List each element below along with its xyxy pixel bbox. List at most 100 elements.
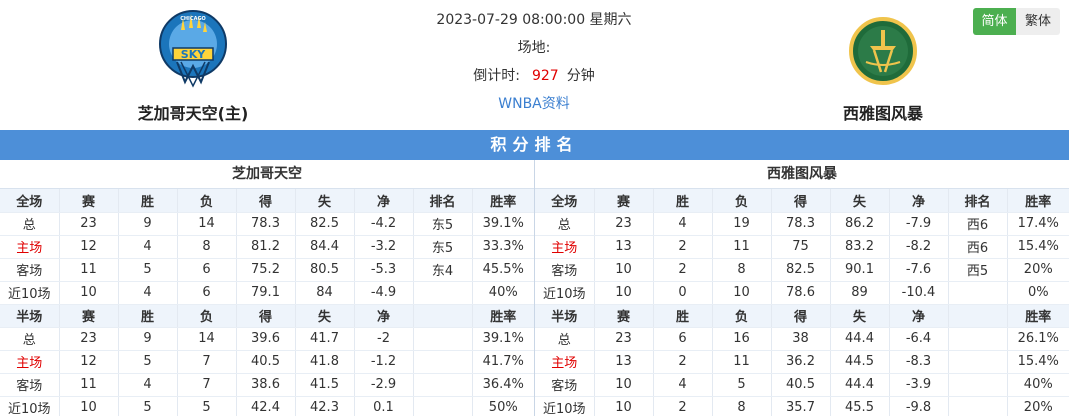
match-countdown: 倒计时: 927 分钟 <box>384 64 684 92</box>
table-cell: 7 <box>177 373 237 397</box>
table-cell: 客场 <box>535 373 595 397</box>
table-header-cell: 得 <box>236 304 296 328</box>
table-cell: 33.3% <box>472 235 534 259</box>
table-cell: 75.2 <box>236 258 296 282</box>
table-row: 主场 12 4 8 81.2 84.4 -3.2 东5 33.3% <box>0 235 534 259</box>
sky-logo-ring-text: CHICAGO <box>180 16 206 22</box>
table-cell: -2 <box>354 327 414 351</box>
table-cell: 2 <box>653 235 713 259</box>
table-cell: 45.5% <box>472 258 534 282</box>
table-cell: -9.8 <box>889 396 949 416</box>
table-header-row: 全场赛胜负得失净排名 胜率 <box>0 189 534 213</box>
standings-tables: 芝加哥天空 全场赛胜负得失净排名 胜率总 23 9 14 78.3 82.5 -4.2 东5 39.… <box>0 160 1069 416</box>
away-team-logo[interactable] <box>793 8 973 94</box>
table-cell: 89 <box>830 281 890 305</box>
table-cell: 8 <box>712 258 772 282</box>
table-cell: 41.8 <box>295 350 355 374</box>
table-cell <box>413 350 473 374</box>
table-header-cell: 半场 <box>0 304 60 328</box>
wnba-info-link[interactable]: WNBA资料 <box>498 96 570 112</box>
table-cell: 45.5 <box>830 396 890 416</box>
table-cell <box>948 350 1008 374</box>
countdown-label: 倒计时: <box>473 68 520 84</box>
section-title: 积分排名 <box>0 130 1069 160</box>
table-cell: 13 <box>594 350 654 374</box>
table-header-cell: 净 <box>354 304 414 328</box>
table-header-cell: 全场 <box>535 189 595 213</box>
home-team-block[interactable]: SKY CHICAGO 芝加哥天空(主) <box>103 8 283 123</box>
table-cell: 10 <box>594 258 654 282</box>
table-cell: 14 <box>177 327 237 351</box>
table-cell: 8 <box>712 396 772 416</box>
table-cell <box>948 373 1008 397</box>
table-cell: -7.6 <box>889 258 949 282</box>
away-team-name[interactable]: 西雅图风暴 <box>793 100 973 124</box>
lang-simplified-button[interactable]: 简体 <box>973 8 1016 35</box>
table-row: 客场 10 4 5 40.5 44.4 -3.9 40% <box>535 373 1069 397</box>
away-team-block[interactable]: 西雅图风暴 <box>793 8 973 123</box>
match-info: 2023-07-29 08:00:00 星期六 场地: 倒计时: 927 分钟 WN… <box>384 8 684 120</box>
away-standings: 西雅图风暴 全场赛胜负得失净排名 胜率总 23 4 19 78.3 86.2 -7.9 西6 17.… <box>534 160 1069 416</box>
table-header-cell: 负 <box>177 189 237 213</box>
table-row: 总 23 9 14 78.3 82.5 -4.2 东5 39.1% <box>0 212 534 236</box>
table-cell: -3.9 <box>889 373 949 397</box>
table-cell: -4.2 <box>354 212 414 236</box>
table-header-cell: 赛 <box>594 189 654 213</box>
table-header-cell: 得 <box>771 304 831 328</box>
table-cell: 11 <box>59 258 119 282</box>
table-cell: 西5 <box>948 258 1008 282</box>
table-row: 近10场 10 2 8 35.7 45.5 -9.8 20% <box>535 396 1069 416</box>
table-header-cell: 胜 <box>653 304 713 328</box>
table-cell: 23 <box>594 327 654 351</box>
table-cell: 12 <box>59 235 119 259</box>
home-standings: 芝加哥天空 全场赛胜负得失净排名 胜率总 23 9 14 78.3 82.5 -4.2 东5 39.… <box>0 160 534 416</box>
table-cell: -2.9 <box>354 373 414 397</box>
table-cell: 10 <box>594 281 654 305</box>
countdown-unit: 分钟 <box>566 68 595 84</box>
table-row: 主场 13 2 11 36.2 44.5 -8.3 15.4% <box>535 350 1069 374</box>
standings-table: 全场赛胜负得失净排名 胜率总 23 4 19 78.3 86.2 -7.9 西6 17.4% 主场 1… <box>535 189 1069 416</box>
table-cell: 36.4% <box>472 373 534 397</box>
table-cell: 7 <box>177 350 237 374</box>
table-cell: 10 <box>712 281 772 305</box>
table-cell: 0.1 <box>354 396 414 416</box>
table-cell: -3.2 <box>354 235 414 259</box>
table-cell: 2 <box>653 258 713 282</box>
match-datetime: 2023-07-29 08:00:00 星期六 <box>436 12 632 28</box>
table-cell: 16 <box>712 327 772 351</box>
table-cell: 12 <box>59 350 119 374</box>
table-row: 近10场 10 5 5 42.4 42.3 0.1 50% <box>0 396 534 416</box>
table-cell: 东4 <box>413 258 473 282</box>
table-header-cell: 排名 <box>413 189 473 213</box>
table-cell: 总 <box>535 327 595 351</box>
table-cell: 35.7 <box>771 396 831 416</box>
table-header-cell <box>948 304 1008 328</box>
table-header-cell: 负 <box>712 304 772 328</box>
table-cell: 42.4 <box>236 396 296 416</box>
table-header-cell: 负 <box>712 189 772 213</box>
table-cell: 4 <box>653 212 713 236</box>
table-cell: 5 <box>177 396 237 416</box>
table-cell <box>413 373 473 397</box>
home-team-logo[interactable]: SKY CHICAGO <box>103 8 283 94</box>
table-cell: 81.2 <box>236 235 296 259</box>
table-cell: 近10场 <box>535 281 595 305</box>
table-header-cell: 赛 <box>59 189 119 213</box>
table-cell: -10.4 <box>889 281 949 305</box>
lang-traditional-button[interactable]: 繁体 <box>1016 8 1060 35</box>
table-cell: 5 <box>118 396 178 416</box>
table-cell: 20% <box>1007 396 1069 416</box>
table-cell: 40.5 <box>236 350 296 374</box>
table-cell <box>948 281 1008 305</box>
table-cell: 39.1% <box>472 212 534 236</box>
table-cell: 10 <box>59 396 119 416</box>
table-cell: 东5 <box>413 235 473 259</box>
table-cell: 40.5 <box>771 373 831 397</box>
match-header: SKY CHICAGO 芝加哥天空(主) 2023-07-29 08:00:00… <box>0 0 1069 130</box>
table-cell: 主场 <box>535 350 595 374</box>
table-cell: 41.7 <box>295 327 355 351</box>
table-cell: 78.3 <box>236 212 296 236</box>
home-team-name[interactable]: 芝加哥天空(主) <box>103 100 283 124</box>
table-cell <box>413 327 473 351</box>
table-header-cell: 失 <box>295 304 355 328</box>
